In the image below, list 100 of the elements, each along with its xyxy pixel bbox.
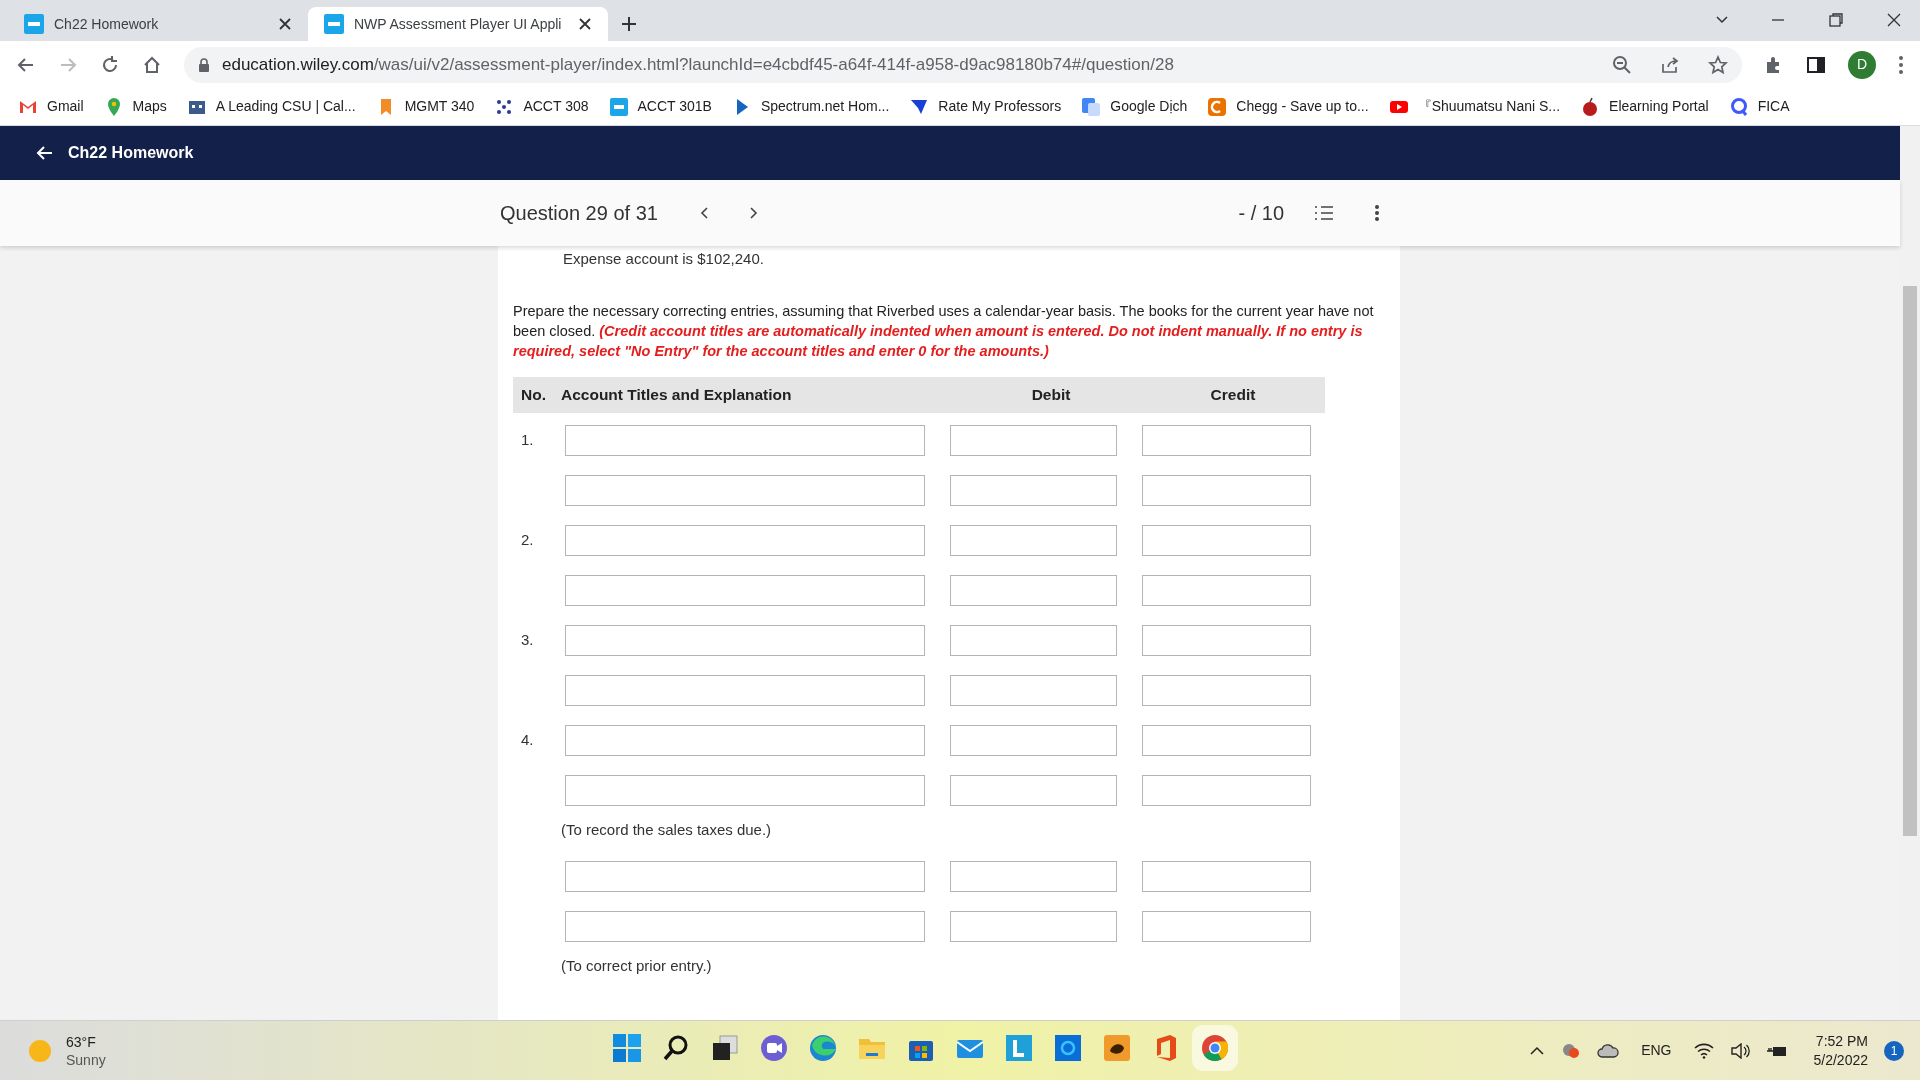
row-number: 2. xyxy=(520,530,535,551)
credit-field[interactable] xyxy=(1142,475,1311,506)
question-position: Question 29 of 31 xyxy=(500,201,658,226)
bookmark[interactable]: ACCT 301B xyxy=(637,96,712,117)
weather-temperature: 63°F xyxy=(66,1032,97,1051)
task-view-icon[interactable] xyxy=(710,1033,740,1063)
letter-c-icon[interactable] xyxy=(1207,96,1228,117)
home-icon[interactable] xyxy=(142,54,162,75)
debit-field[interactable] xyxy=(950,675,1117,706)
browser-tab[interactable]: NWP Assessment Player UI Appli xyxy=(308,7,608,41)
debit-field[interactable] xyxy=(950,525,1117,556)
account-title-field[interactable] xyxy=(565,911,925,942)
credit-field[interactable] xyxy=(1142,775,1311,806)
side-panel-icon[interactable] xyxy=(1806,54,1826,75)
credit-field[interactable] xyxy=(1142,861,1311,892)
entry-note: (To correct prior entry.) xyxy=(561,956,712,977)
credit-field[interactable] xyxy=(1142,425,1311,456)
address-bar[interactable]: education.wiley.com/was/ui/v2/assessment-player/index.html?launchId=e4cbdf45-a64f-414f-a958-d9ac98180b74#/question/28 xyxy=(184,46,1742,83)
account-title-field[interactable] xyxy=(565,861,925,892)
lock-icon xyxy=(198,57,210,72)
bookmark[interactable]: Chegg - Save up to... xyxy=(1236,96,1369,117)
bookmark[interactable]: 『Shuumatsu Nani S... xyxy=(1417,96,1561,117)
credit-field[interactable] xyxy=(1142,525,1311,556)
close-icon[interactable] xyxy=(1886,12,1902,28)
profile-avatar[interactable]: D xyxy=(1848,50,1876,79)
account-title-field[interactable] xyxy=(565,675,925,706)
more-icon[interactable] xyxy=(1374,204,1380,222)
column-header: Debit xyxy=(1030,384,1072,405)
bookmark[interactable]: Google Dịch xyxy=(1110,96,1188,117)
credit-field[interactable] xyxy=(1142,911,1311,942)
volume-icon[interactable] xyxy=(1729,1042,1750,1059)
chat-icon[interactable] xyxy=(759,1033,789,1063)
list-icon[interactable] xyxy=(1314,204,1334,222)
debit-field[interactable] xyxy=(950,861,1117,892)
chrome-icon[interactable] xyxy=(1200,1033,1230,1063)
credit-field[interactable] xyxy=(1142,575,1311,606)
column-header: No. xyxy=(520,384,547,405)
bookmark[interactable]: Gmail xyxy=(47,96,84,117)
back-icon[interactable] xyxy=(36,144,54,162)
bookmark[interactable]: FICA xyxy=(1757,96,1790,117)
bookmark[interactable]: A Leading CSU | Cal... xyxy=(215,96,356,117)
letter-tile-icon[interactable] xyxy=(1004,1033,1034,1063)
account-title-field[interactable] xyxy=(565,575,925,606)
share-icon[interactable] xyxy=(1660,54,1680,75)
wp-icon xyxy=(24,14,44,34)
bookmark[interactable]: Maps xyxy=(132,96,167,117)
bookmark[interactable]: Rate My Professors xyxy=(938,96,1062,117)
question-text: Expense account is $102,240. xyxy=(562,249,765,269)
windows-icon[interactable] xyxy=(612,1033,642,1063)
debit-field[interactable] xyxy=(950,425,1117,456)
wp-icon xyxy=(324,14,344,34)
sun-icon xyxy=(28,1038,52,1063)
bookmark[interactable]: MGMT 340 xyxy=(404,96,475,117)
zoom-out-icon[interactable] xyxy=(1612,54,1632,75)
credit-field[interactable] xyxy=(1142,725,1311,756)
bookmark[interactable]: ACCT 308 xyxy=(523,96,589,117)
ring-tile-icon[interactable] xyxy=(1053,1033,1083,1063)
debit-field[interactable] xyxy=(950,475,1117,506)
close-icon[interactable] xyxy=(578,17,592,31)
score-text: - / 10 xyxy=(1238,201,1284,226)
star-icon[interactable] xyxy=(1708,54,1728,75)
row-number: 4. xyxy=(520,730,535,751)
credit-field[interactable] xyxy=(1142,675,1311,706)
clock[interactable]: 7:52 PM 5/2/2022 xyxy=(1813,1031,1868,1070)
column-header: Credit xyxy=(1209,384,1257,405)
browser-tab[interactable]: Ch22 Homework xyxy=(8,7,308,41)
browser-icon[interactable] xyxy=(808,1033,838,1063)
close-icon[interactable] xyxy=(278,17,292,31)
credit-field[interactable] xyxy=(1142,625,1311,656)
account-title-field[interactable] xyxy=(565,425,925,456)
sticker-icon[interactable] xyxy=(1102,1033,1132,1063)
debit-field[interactable] xyxy=(950,575,1117,606)
language-indicator[interactable]: ENG xyxy=(1641,1040,1672,1061)
back-link[interactable]: Ch22 Homework xyxy=(68,141,194,165)
wifi-icon[interactable] xyxy=(1693,1042,1714,1059)
debit-field[interactable] xyxy=(950,911,1117,942)
magnifier-icon[interactable] xyxy=(1728,96,1749,117)
row-number: 1. xyxy=(520,430,535,451)
notification-badge[interactable]: 1 xyxy=(1884,1040,1904,1061)
debit-field[interactable] xyxy=(950,625,1117,656)
account-title-field[interactable] xyxy=(565,525,925,556)
bookmark[interactable]: Spectrum.net Hom... xyxy=(760,96,890,117)
account-title-field[interactable] xyxy=(565,625,925,656)
instructions-text: Prepare the necessary correcting entries, assuming that Riverbed uses a calendar-year basis. The books for the current year have not been closed. (Credit account titles are automatically indented when amount is entered. Do not indent manually. If no entry is required, select "No Entry" for the account titles and enter 0 for the amounts.) xyxy=(513,301,1375,361)
column-header: Account Titles and Explanation xyxy=(561,384,793,405)
app-tray-icon[interactable] xyxy=(1561,1041,1582,1060)
bookmark[interactable]: Elearning Portal xyxy=(1609,96,1709,117)
restore-icon[interactable] xyxy=(1828,12,1844,28)
debit-field[interactable] xyxy=(950,725,1117,756)
debit-field[interactable] xyxy=(950,775,1117,806)
account-title-field[interactable] xyxy=(565,775,925,806)
translate-icon[interactable] xyxy=(1081,96,1102,117)
more-icon[interactable] xyxy=(1898,54,1904,75)
account-title-field[interactable] xyxy=(565,725,925,756)
new-tab-icon[interactable] xyxy=(620,15,638,33)
row-number: 3. xyxy=(520,630,535,651)
reload-icon[interactable] xyxy=(100,54,120,75)
wp-icon[interactable] xyxy=(608,96,629,117)
account-title-field[interactable] xyxy=(565,475,925,506)
cloud-icon[interactable] xyxy=(1597,1042,1620,1059)
